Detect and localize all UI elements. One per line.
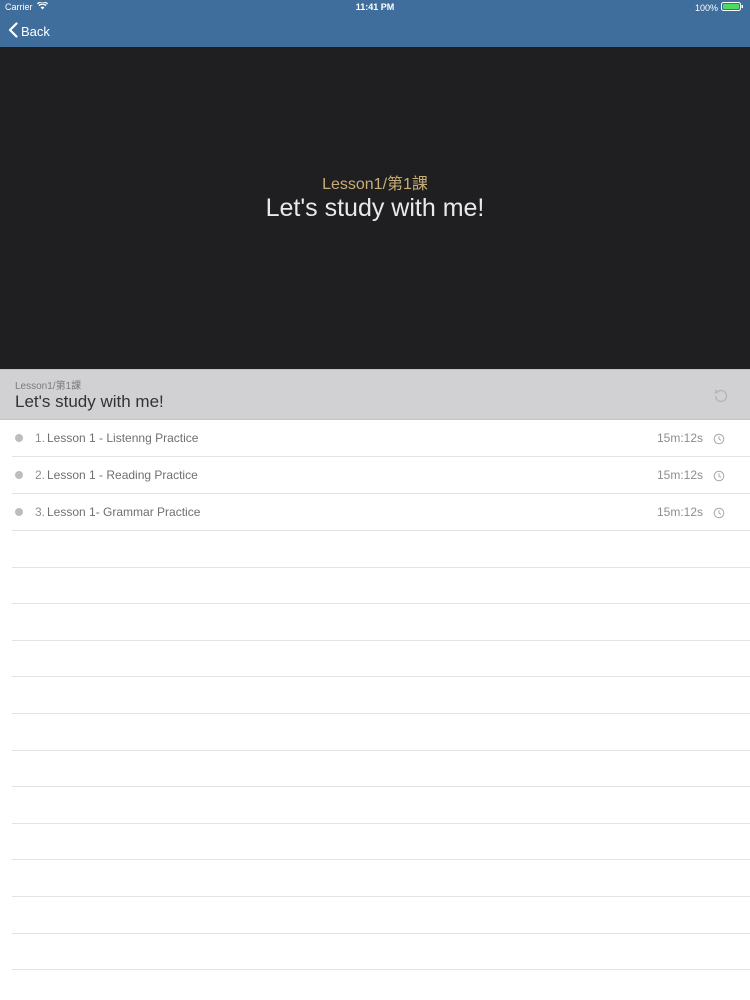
video-player[interactable]: Lesson1/第1課 Let's study with me! (0, 47, 750, 369)
clock-icon (713, 432, 725, 450)
lesson-number: 2. (35, 468, 46, 482)
empty-row (12, 787, 750, 824)
video-lesson-subtitle: Lesson1/第1課 (322, 176, 428, 193)
lesson-status-dot (15, 434, 23, 442)
empty-row (12, 860, 750, 897)
lesson-name: Lesson 1 - Listenng Practice (47, 431, 199, 445)
empty-row (12, 714, 750, 751)
empty-row (12, 751, 750, 788)
app-root: Carrier 11:41 PM 100% Back Lesson1/第1課 L… (0, 0, 750, 1000)
lesson-status-dot (15, 508, 23, 516)
clock-icon (713, 506, 725, 524)
lesson-row[interactable]: 1. Lesson 1 - Listenng Practice 15m:12s (12, 420, 750, 457)
lesson-name: Lesson 1- Grammar Practice (47, 505, 201, 519)
empty-row (12, 641, 750, 678)
empty-row (12, 677, 750, 714)
video-lesson-title: Let's study with me! (265, 194, 485, 222)
section-subtitle: Lesson1/第1課 (15, 381, 82, 392)
battery-icon (721, 2, 745, 13)
empty-row (12, 897, 750, 934)
lesson-duration: 15m:12s (656, 431, 703, 445)
status-time: 11:41 PM (355, 2, 395, 12)
empty-row (12, 568, 750, 605)
status-right: 100% (695, 2, 745, 13)
empty-row (12, 824, 750, 861)
lesson-number: 3. (35, 505, 46, 519)
empty-row (12, 531, 750, 568)
back-label: Back (21, 23, 50, 39)
refresh-icon[interactable] (712, 387, 730, 410)
navigation-bar: Back (0, 14, 750, 47)
lesson-name: Lesson 1 - Reading Practice (47, 468, 198, 482)
empty-row (12, 934, 750, 971)
lesson-row[interactable]: 2. Lesson 1 - Reading Practice 15m:12s (12, 457, 750, 494)
section-title: Let's study with me! (15, 392, 164, 411)
chevron-left-icon (8, 21, 18, 41)
lesson-status-dot (15, 471, 23, 479)
status-bar: Carrier 11:41 PM 100% (0, 0, 750, 14)
back-button[interactable]: Back (8, 21, 50, 41)
lesson-section-header: Lesson1/第1課 Let's study with me! (0, 369, 750, 420)
lesson-row[interactable]: 3. Lesson 1- Grammar Practice 15m:12s (12, 494, 750, 531)
battery-percent: 100% (694, 2, 718, 13)
clock-icon (713, 469, 725, 487)
lesson-list: 1. Lesson 1 - Listenng Practice 15m:12s … (0, 420, 750, 971)
lesson-duration: 15m:12s (656, 468, 703, 482)
lesson-duration: 15m:12s (656, 505, 703, 519)
lesson-number: 1. (35, 431, 46, 445)
empty-row (12, 604, 750, 641)
